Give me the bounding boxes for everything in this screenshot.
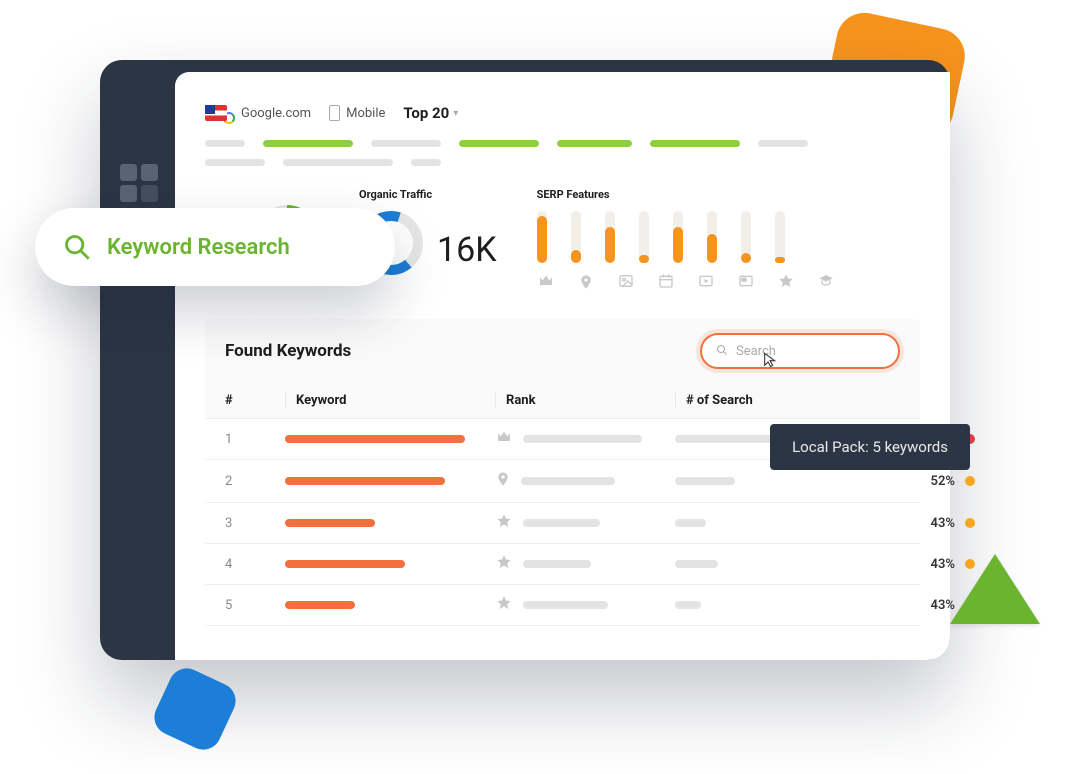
serp-slider (605, 211, 615, 263)
rank-skeleton (523, 435, 642, 443)
top-n-dropdown[interactable]: Top 20 ▾ (403, 104, 458, 122)
table-row[interactable]: 343% (205, 503, 920, 544)
serp-slider (775, 211, 785, 263)
calendar-icon[interactable] (657, 273, 675, 291)
row-pct: 52% (855, 474, 955, 489)
device-selector[interactable]: Mobile (329, 105, 385, 121)
organic-traffic-value: 16K (437, 230, 497, 270)
table-row[interactable]: 443% (205, 544, 920, 585)
search-engine-selector[interactable]: Google.com (205, 102, 311, 124)
nav-tabs-placeholder (175, 136, 950, 151)
serp-slider (537, 211, 547, 263)
graduation-icon[interactable] (817, 273, 835, 291)
row-pct: 43% (855, 557, 955, 572)
organic-traffic-label: Organic Traffic (359, 188, 497, 201)
table-row[interactable]: 543% (205, 585, 920, 626)
star-icon[interactable] (777, 273, 795, 291)
keyword-bar (285, 601, 355, 609)
rank-skeleton (521, 477, 615, 485)
serp-slider (673, 211, 683, 263)
keyword-bar (285, 519, 375, 527)
status-dot (965, 518, 975, 528)
apps-grid-icon[interactable] (120, 164, 158, 202)
header-bar: Google.com Mobile Top 20 ▾ (175, 72, 950, 136)
keyword-bar (285, 477, 445, 485)
search-icon (63, 233, 91, 261)
keywords-table: # Keyword Rank # of Search 170%252%343%4… (205, 383, 920, 626)
serp-slider (639, 211, 649, 263)
row-index: 2 (225, 474, 275, 489)
tooltip-text: Local Pack: 5 keywords (792, 438, 948, 456)
crown-icon (495, 429, 513, 449)
app-frame: Google.com Mobile Top 20 ▾ (100, 60, 950, 660)
serp-icons-row (537, 273, 835, 291)
rank-skeleton (523, 560, 591, 568)
location-pin-icon[interactable] (577, 273, 595, 291)
local-pack-tooltip: Local Pack: 5 keywords (770, 424, 970, 470)
star-icon (495, 554, 513, 574)
row-index: 1 (225, 432, 275, 447)
serp-sliders (537, 211, 835, 263)
table-header: # Keyword Rank # of Search (205, 383, 920, 419)
col-keyword[interactable]: Keyword (285, 393, 485, 408)
rank-skeleton (523, 601, 608, 609)
keyword-research-chip[interactable]: Keyword Research (35, 208, 395, 286)
video-icon[interactable] (697, 273, 715, 291)
star-icon (495, 513, 513, 533)
top-n-label: Top 20 (403, 104, 449, 122)
device-label: Mobile (346, 106, 385, 121)
serp-slider (571, 211, 581, 263)
serp-slider (707, 211, 717, 263)
nav-subtabs-placeholder (175, 155, 950, 170)
search-engine-label: Google.com (241, 106, 311, 121)
keyword-bar (285, 435, 465, 443)
search-icon (716, 344, 728, 359)
search-skeleton (675, 601, 701, 609)
row-index: 4 (225, 557, 275, 572)
crown-icon[interactable] (537, 273, 555, 291)
decorative-blue-square (148, 662, 241, 755)
location-pin-icon (495, 470, 511, 492)
search-skeleton (675, 477, 735, 485)
chevron-down-icon: ▾ (453, 108, 458, 119)
us-flag-icon (205, 105, 227, 121)
row-index: 5 (225, 598, 275, 613)
app-panel: Google.com Mobile Top 20 ▾ (175, 72, 950, 660)
row-pct: 43% (855, 516, 955, 531)
col-index[interactable]: # (225, 393, 275, 408)
status-dot (965, 476, 975, 486)
image-icon[interactable] (617, 273, 635, 291)
keyword-search-input[interactable]: Search (700, 333, 900, 369)
row-index: 3 (225, 516, 275, 531)
serp-slider (741, 211, 751, 263)
keyword-bar (285, 560, 405, 568)
found-keywords-section: Found Keywords Search # Keyword Rank # (205, 319, 920, 626)
serp-features-label: SERP Features (537, 188, 835, 201)
cursor-icon (762, 351, 778, 373)
found-keywords-header: Found Keywords Search (205, 319, 920, 383)
serp-features-metric: SERP Features (537, 188, 835, 291)
row-pct: 43% (855, 598, 955, 613)
search-skeleton (675, 435, 777, 443)
card-icon[interactable] (737, 273, 755, 291)
decorative-green-triangle (950, 554, 1040, 624)
found-keywords-title: Found Keywords (225, 341, 351, 361)
col-rank[interactable]: Rank (495, 393, 665, 408)
star-icon (495, 595, 513, 615)
keyword-research-label: Keyword Research (107, 235, 290, 260)
mobile-icon (329, 105, 340, 121)
search-skeleton (675, 560, 718, 568)
col-searches[interactable]: # of Search (675, 393, 845, 408)
rank-skeleton (523, 519, 600, 527)
search-skeleton (675, 519, 706, 527)
